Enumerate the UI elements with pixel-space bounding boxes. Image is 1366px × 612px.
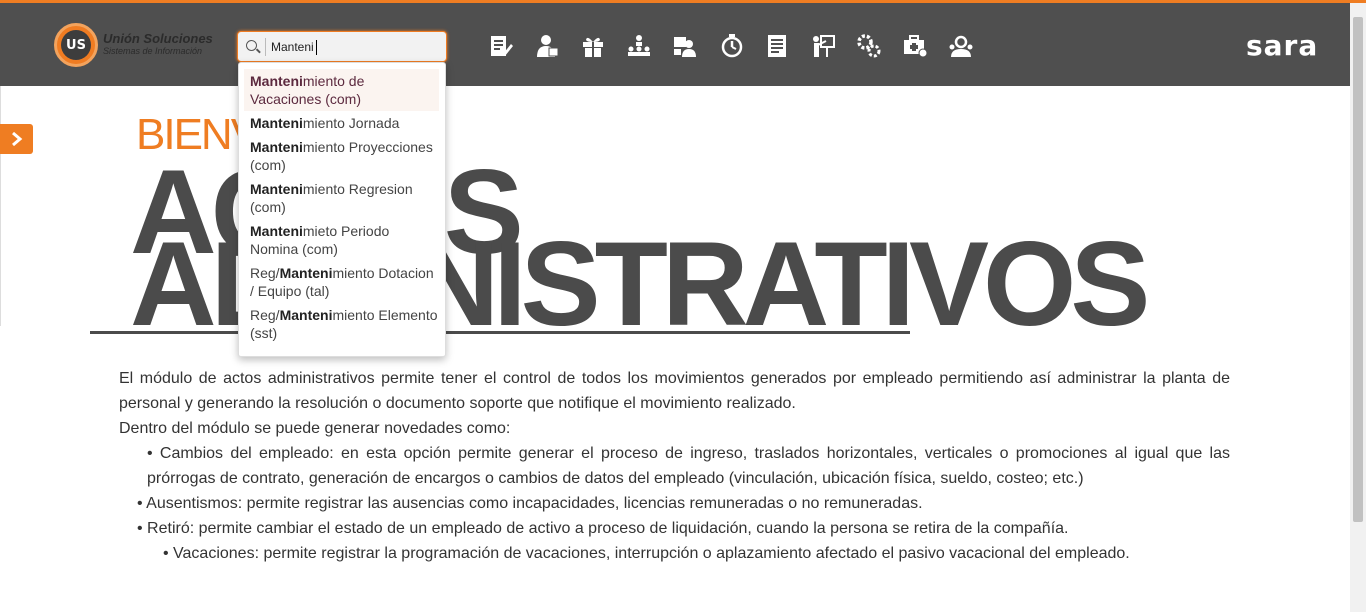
novedades-intro: Dentro del módulo se puede generar noved…: [119, 420, 511, 437]
search-icon: [246, 40, 257, 51]
scrollbar-thumb[interactable]: [1353, 17, 1363, 522]
text-caret: [316, 40, 317, 55]
document-edit-icon[interactable]: [486, 31, 516, 61]
chevron-right-icon: [11, 132, 22, 146]
bullet-retiro: • Retiró: permite cambiar el estado de u…: [137, 520, 1069, 537]
group-support-icon[interactable]: [946, 31, 976, 61]
intro-paragraph: El módulo de actos administrativos permi…: [119, 370, 1230, 412]
bullet-cambios: • Cambios del empleado: en esta opción p…: [147, 445, 1230, 487]
title-underline: [90, 331, 910, 334]
page-scrollbar[interactable]: [1350, 3, 1366, 612]
search-suggestions-dropdown: Mantenimiento de Vacaciones (com) Manten…: [238, 62, 446, 357]
suggestion-item[interactable]: Mantenimiento Jornada: [239, 111, 445, 135]
search-divider: [265, 38, 266, 56]
user-tie-icon[interactable]: [532, 31, 562, 61]
suggestion-item[interactable]: Mantenimiento Proyecciones (com): [239, 135, 445, 177]
bullet-vacaciones: • Vacaciones: permite registrar la progr…: [163, 545, 1130, 562]
logo-subtitle: Sistemas de Información: [103, 46, 203, 56]
suggestion-item[interactable]: Mantenimieto Periodo Nomina (com): [239, 219, 445, 261]
org-chart-icon[interactable]: [624, 31, 654, 61]
bullet-ausentismos: • Ausentismos: permite registrar las aus…: [137, 495, 923, 512]
logo-mark: US: [61, 30, 91, 60]
suggestion-item[interactable]: Reg/Mantenimiento Dotacion / Equipo (tal…: [239, 261, 445, 303]
gears-icon[interactable]: [854, 31, 884, 61]
search-input[interactable]: [271, 37, 441, 57]
sidebar-toggle-button[interactable]: [0, 124, 33, 154]
company-logo[interactable]: US Unión Soluciones Sistemas de Informac…: [54, 23, 213, 67]
logo-badge: US: [54, 23, 98, 67]
report-sheet-icon[interactable]: [762, 31, 792, 61]
module-description: El módulo de actos administrativos permi…: [119, 366, 1230, 566]
logo-title: Unión Soluciones: [103, 31, 213, 46]
suggestion-item[interactable]: Mantenimiento Regresion (com): [239, 177, 445, 219]
stopwatch-icon[interactable]: [716, 31, 746, 61]
sara-brand-logo[interactable]: sara: [1246, 29, 1318, 62]
user-id-card-icon[interactable]: [670, 31, 700, 61]
gift-icon[interactable]: [578, 31, 608, 61]
medical-kit-icon[interactable]: [900, 31, 930, 61]
module-nav: [486, 31, 992, 61]
sidebar-edge: [0, 86, 1, 326]
presentation-board-icon[interactable]: [808, 31, 838, 61]
top-header: US Unión Soluciones Sistemas de Informac…: [0, 3, 1350, 86]
menu-search-box[interactable]: [237, 31, 447, 62]
suggestion-item[interactable]: Mantenimiento de Vacaciones (com): [244, 69, 439, 111]
suggestion-item[interactable]: Reg/Mantenimiento Elemento (sst): [239, 303, 445, 345]
